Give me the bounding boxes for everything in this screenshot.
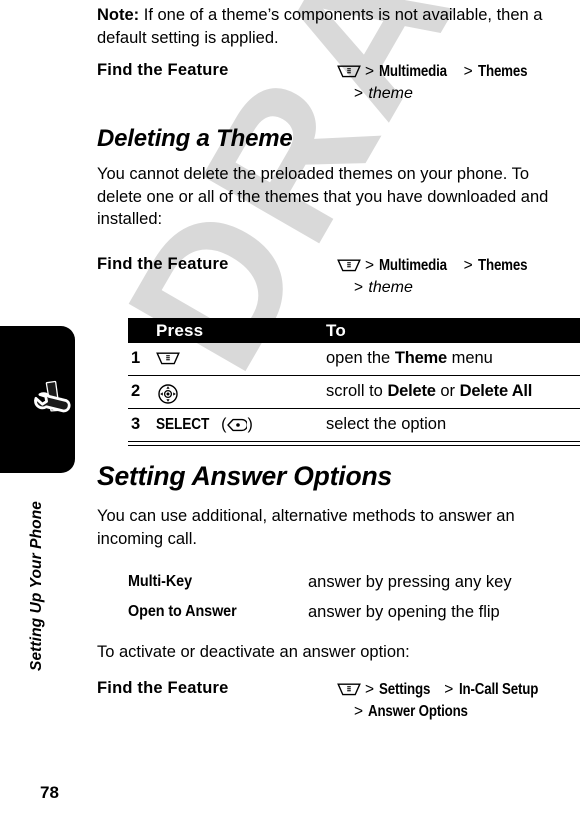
table-bottom-rule — [128, 445, 580, 446]
step-description: select the option — [326, 415, 446, 434]
find-the-feature-label: Find the Feature — [97, 255, 229, 273]
step-number: 2 — [131, 382, 141, 400]
path-separator: > — [354, 703, 364, 720]
chapter-label: Setting Up Your Phone — [28, 500, 45, 671]
option-definition: answer by pressing any key — [308, 573, 512, 591]
find-the-feature-path: > Multimedia > Themes > theme — [337, 61, 580, 105]
step-press — [156, 349, 183, 368]
note-label: Note: — [97, 6, 140, 24]
table-row: 2 scroll to Delete or Delete All — [128, 376, 580, 409]
menu-key-icon — [337, 257, 361, 272]
path-separator: > — [354, 279, 364, 296]
option-term: Multi-Key — [128, 573, 192, 590]
table-row: 1 open the Theme menu — [128, 343, 580, 376]
paragraph-activate: To activate or deactivate an answer opti… — [97, 643, 410, 661]
find-the-feature-label: Find the Feature — [97, 61, 229, 79]
menu-key-icon — [156, 351, 180, 365]
path-line-2: > theme — [337, 277, 580, 299]
path-line-2: > theme — [337, 83, 580, 105]
step-text-bold-2: Delete All — [459, 382, 533, 400]
step-description: scroll to Delete or Delete All — [326, 382, 532, 401]
paragraph-answer-options: You can use additional, alternative meth… — [97, 507, 515, 548]
path-separator: > — [354, 85, 364, 102]
path-separator: > — [365, 257, 375, 274]
menu-key-icon — [337, 681, 361, 696]
note-text: If one of a theme’s components is not av… — [97, 6, 543, 47]
option-definition: answer by opening the flip — [308, 603, 500, 621]
step-press — [156, 382, 180, 406]
option-term: Open to Answer — [128, 603, 237, 620]
step-text-bold: Delete — [387, 382, 436, 400]
path-segment-3: Answer Options — [368, 703, 469, 720]
path-segment-2: Themes — [478, 63, 528, 80]
path-line-2: > Answer Options — [337, 701, 580, 723]
step-text-prefix: open the — [326, 349, 395, 367]
find-the-feature-path: > Multimedia > Themes > theme — [337, 255, 580, 299]
option-row: Open to Answer answer by opening the fli… — [128, 603, 580, 627]
path-separator: > — [365, 681, 375, 698]
step-text-suffix: menu — [447, 349, 493, 367]
path-segment-2: In-Call Setup — [458, 681, 538, 698]
path-separator: > — [444, 681, 454, 698]
find-the-feature-path: > Settings > In-Call Setup > Answer Opti… — [337, 679, 580, 723]
steps-table: Press To 1 open the Theme menu 2 scroll … — [128, 318, 580, 446]
path-segment-1: Multimedia — [379, 257, 448, 274]
step-text-prefix: select the option — [326, 415, 447, 433]
chapter-tab — [0, 326, 75, 473]
softkey-label: SELECT — [156, 416, 210, 433]
note-paragraph: Note: If one of a theme’s components is … — [97, 4, 580, 49]
find-the-feature-label: Find the Feature — [97, 679, 229, 697]
table-row: 3 SELECT ( ) select the option — [128, 409, 580, 442]
step-number: 1 — [131, 349, 141, 367]
path-separator: > — [463, 63, 473, 80]
navigation-key-icon — [156, 382, 180, 404]
step-number: 3 — [131, 415, 141, 433]
page-content: Note: If one of a theme’s components is … — [0, 0, 580, 818]
path-separator: > — [463, 257, 473, 274]
step-text-bold: Theme — [394, 349, 447, 367]
table-header-row: Press To — [128, 318, 580, 343]
wrench-screwdriver-icon — [30, 378, 78, 426]
path-segment-3: theme — [368, 279, 413, 296]
step-text-mid: or — [435, 382, 460, 400]
path-separator: > — [365, 63, 375, 80]
section-heading-deleting-a-theme: Deleting a Theme — [97, 125, 293, 152]
path-segment-1: Settings — [379, 681, 431, 698]
select-key-icon — [226, 418, 249, 432]
step-press: SELECT ( ) — [156, 416, 253, 433]
page-number: 78 — [40, 783, 59, 802]
option-row: Multi-Key answer by pressing any key — [128, 573, 580, 597]
paragraph-deleting: You cannot delete the preloaded themes o… — [97, 165, 549, 228]
menu-key-icon — [337, 63, 361, 78]
path-segment-1: Multimedia — [379, 63, 448, 80]
table-header-to: To — [326, 321, 346, 340]
path-segment-3: theme — [368, 85, 413, 102]
step-description: open the Theme menu — [326, 349, 493, 368]
step-text-prefix: scroll to — [326, 382, 388, 400]
path-segment-2: Themes — [478, 257, 528, 274]
section-heading-setting-answer-options: Setting Answer Options — [97, 461, 392, 491]
table-header-press: Press — [156, 321, 204, 340]
